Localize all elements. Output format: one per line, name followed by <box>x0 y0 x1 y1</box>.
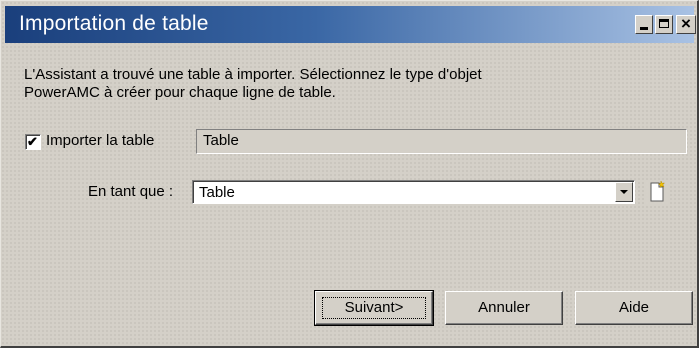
dropdown-button[interactable] <box>615 182 633 202</box>
title-bar[interactable]: Importation de table × <box>5 6 696 43</box>
checkmark-icon: ✔ <box>27 134 38 149</box>
instruction-text: L'Assistant a trouvé une table à importe… <box>24 66 644 102</box>
minimize-icon <box>640 27 648 30</box>
next-button-label: Suivant> <box>322 297 426 319</box>
cancel-button[interactable]: Annuler <box>445 291 563 325</box>
new-document-icon <box>650 180 666 202</box>
new-object-button[interactable] <box>645 180 669 204</box>
maximize-icon <box>659 19 669 28</box>
window-title: Importation de table <box>19 12 209 35</box>
minimize-button[interactable] <box>635 15 653 34</box>
table-name-field: Table <box>196 129 687 154</box>
maximize-button[interactable] <box>655 15 673 34</box>
import-table-checkbox[interactable]: ✔ <box>25 134 41 150</box>
close-button[interactable]: × <box>676 14 696 34</box>
chevron-down-icon <box>620 190 628 194</box>
object-type-value: Table <box>199 184 235 201</box>
next-button[interactable]: Suivant> <box>314 290 434 326</box>
object-type-select[interactable]: Table <box>192 180 635 204</box>
help-button[interactable]: Aide <box>575 291 693 325</box>
instruction-line-1: L'Assistant a trouvé une table à importe… <box>24 66 482 83</box>
instruction-line-2: PowerAMC à créer pour chaque ligne de ta… <box>24 84 336 101</box>
as-type-label: En tant que : <box>88 183 174 200</box>
import-table-dialog: Importation de table × L'Assistant a tro… <box>0 0 699 348</box>
import-table-label[interactable]: Importer la table <box>46 132 154 149</box>
close-icon: × <box>681 14 691 33</box>
